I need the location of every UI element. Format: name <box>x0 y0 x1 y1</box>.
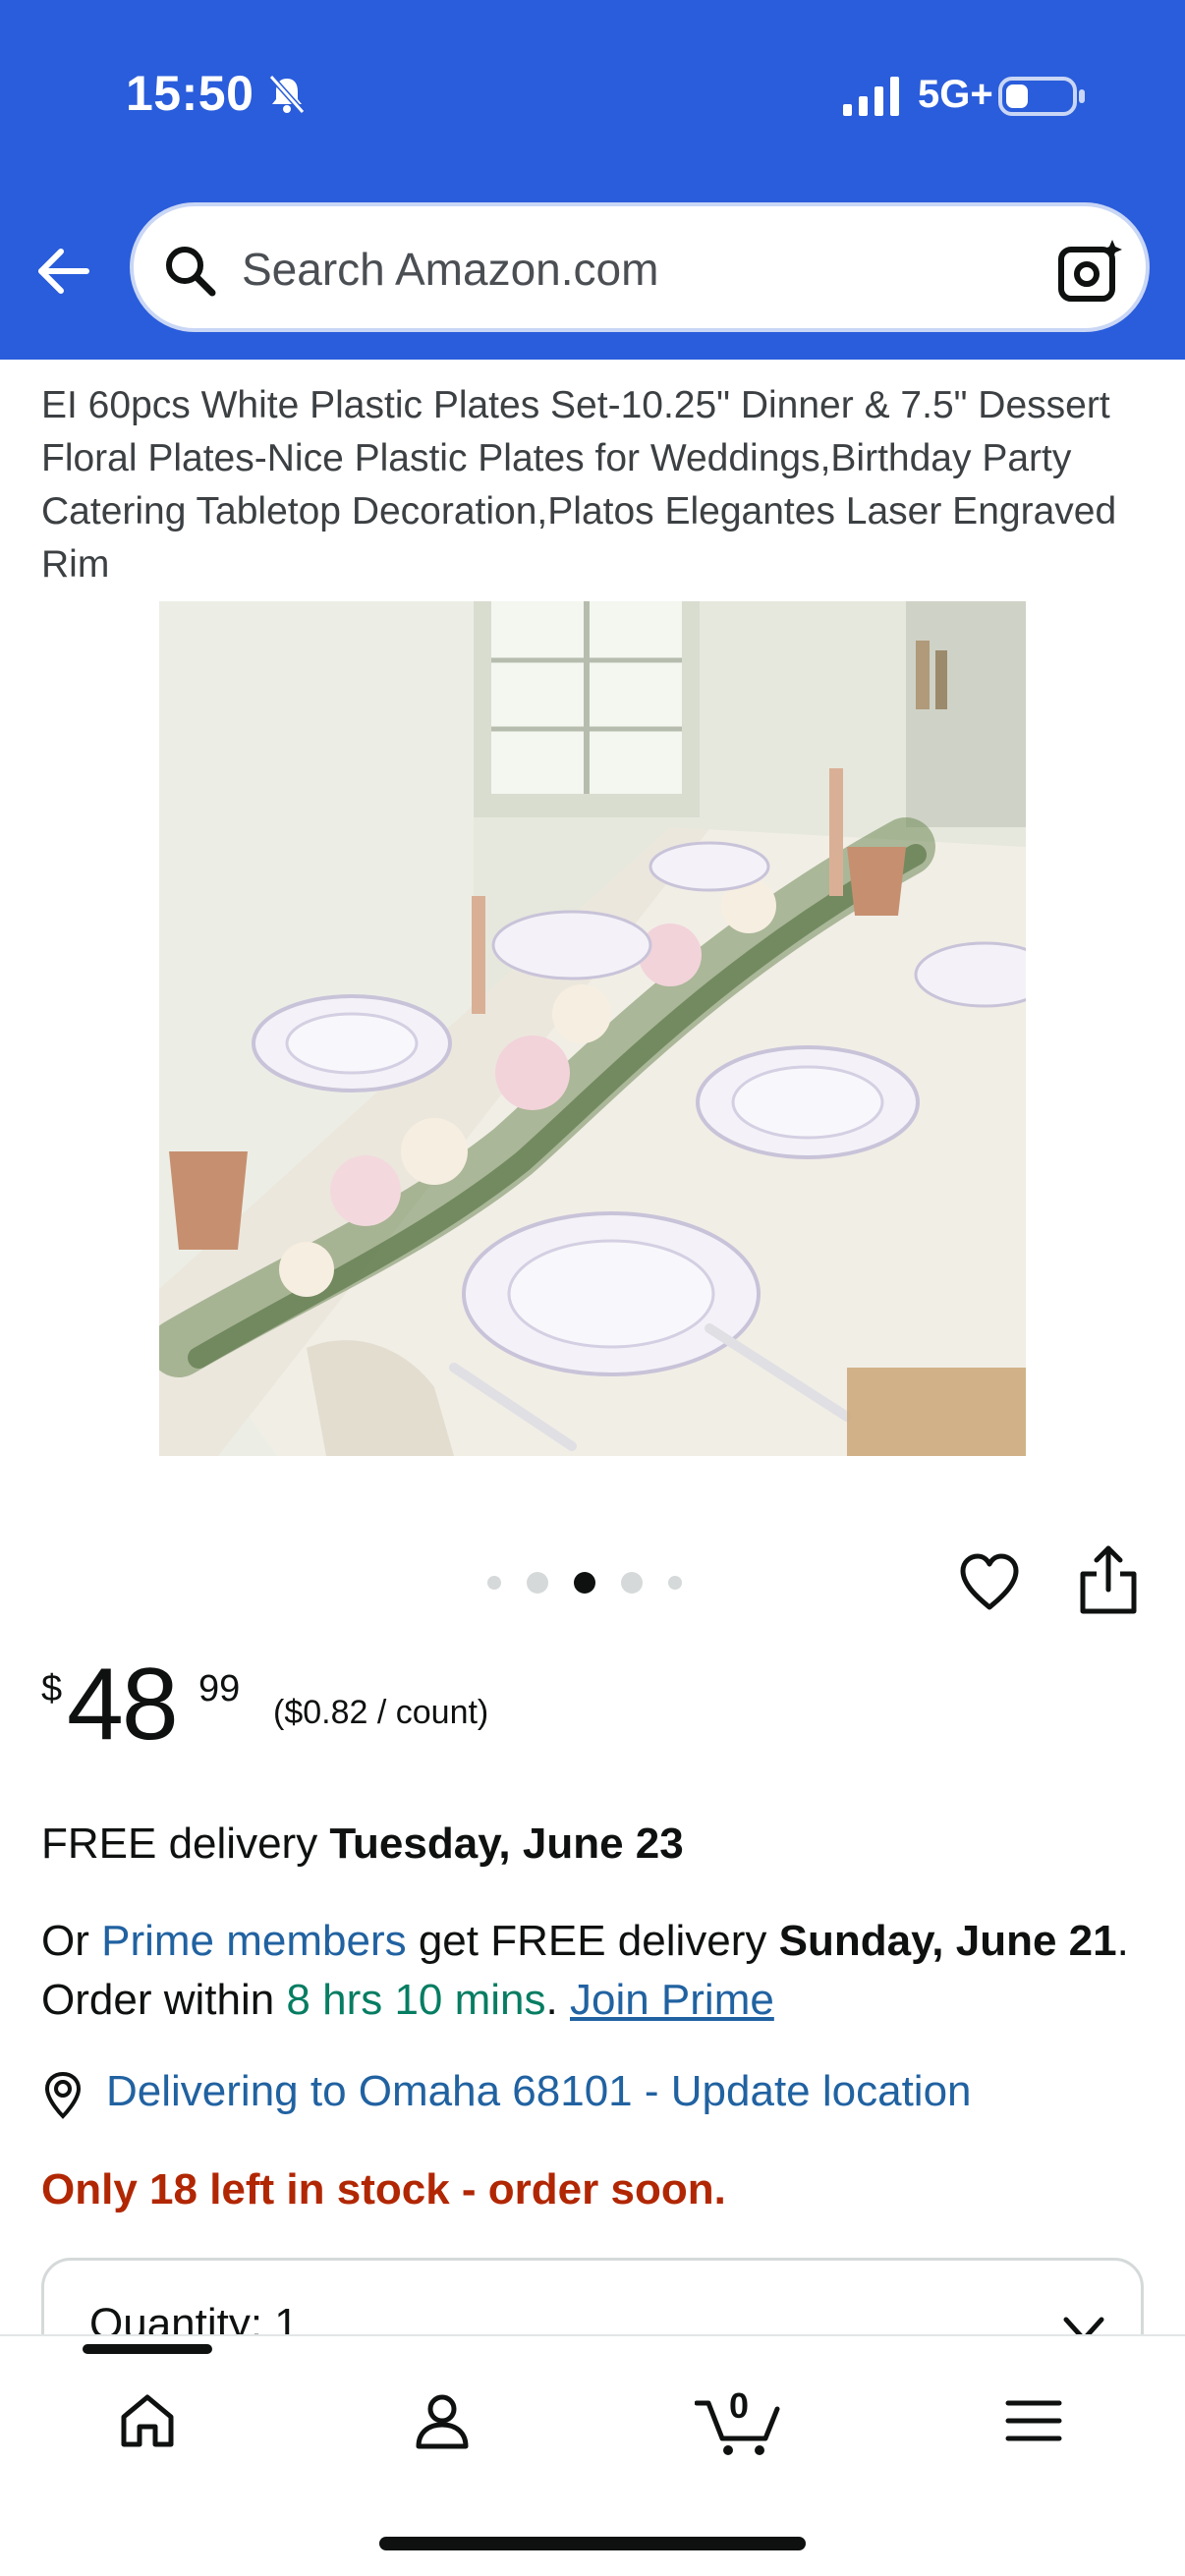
search-bar[interactable] <box>130 202 1150 332</box>
product-photo <box>159 601 1026 1456</box>
prime-delivery-info: Or Prime members get FREE delivery Sunda… <box>41 1912 1161 2030</box>
cart-count-badge: 0 <box>729 2385 750 2426</box>
nav-cart[interactable]: 0 <box>680 2374 798 2468</box>
bell-slash-icon <box>268 75 306 114</box>
back-arrow-icon[interactable] <box>33 242 92 301</box>
carousel-dot-active[interactable] <box>574 1572 595 1594</box>
home-indicator <box>379 2537 806 2550</box>
join-prime-link[interactable]: Join Prime <box>570 1976 774 2024</box>
search-icon <box>166 247 216 297</box>
carousel-dot[interactable] <box>668 1576 682 1590</box>
carousel-dot[interactable] <box>621 1572 643 1594</box>
menu-icon <box>1005 2400 1062 2441</box>
prime-period: . <box>545 1976 570 2024</box>
account-icon <box>416 2394 469 2449</box>
product-image[interactable] <box>159 601 1026 1456</box>
nav-account[interactable] <box>383 2374 501 2468</box>
stock-status: Only 18 left in stock - order soon. <box>41 2165 726 2213</box>
battery-icon <box>998 77 1085 116</box>
nav-menu[interactable] <box>975 2374 1093 2468</box>
home-icon <box>121 2394 174 2447</box>
prime-or: Or <box>41 1917 102 1965</box>
price-currency: $ <box>41 1668 63 1709</box>
prime-members-link[interactable]: Prime members <box>101 1917 407 1965</box>
status-bar: 15:50 5G+ <box>0 0 1185 187</box>
order-countdown: 8 hrs 10 mins <box>286 1976 546 2024</box>
nav-home[interactable] <box>88 2374 206 2468</box>
product-title[interactable]: EI 60pcs White Plastic Plates Set-10.25"… <box>41 379 1142 591</box>
delivery-prefix: FREE delivery <box>41 1820 330 1868</box>
app-header: 15:50 5G+ <box>0 0 1185 360</box>
heart-icon[interactable] <box>957 1550 1022 1615</box>
unit-price: ($0.82 / count) <box>273 1694 489 1731</box>
network-label: 5G+ <box>918 73 993 116</box>
delivery-info: FREE delivery Tuesday, June 23 <box>41 1820 684 1869</box>
signal-icon <box>843 77 899 116</box>
camera-lens-icon[interactable] <box>1055 236 1126 307</box>
prime-get-free: get FREE delivery <box>406 1917 779 1965</box>
price-whole: 48 <box>67 1648 179 1762</box>
location-pin-icon <box>44 2071 82 2119</box>
carousel-dot[interactable] <box>527 1572 548 1594</box>
prime-delivery-date: Sunday, June 21 <box>778 1917 1117 1965</box>
delivery-date: Tuesday, June 23 <box>329 1820 684 1868</box>
price-fraction: 99 <box>198 1668 241 1709</box>
carousel-dot[interactable] <box>487 1576 501 1590</box>
search-input[interactable] <box>242 240 1028 299</box>
active-tab-indicator <box>83 2344 212 2354</box>
carousel-dots[interactable] <box>487 1568 707 1597</box>
update-location-link[interactable]: Delivering to Omaha 68101 - Update locat… <box>106 2067 972 2116</box>
share-icon[interactable] <box>1077 1544 1140 1615</box>
status-time: 15:50 <box>126 66 254 121</box>
